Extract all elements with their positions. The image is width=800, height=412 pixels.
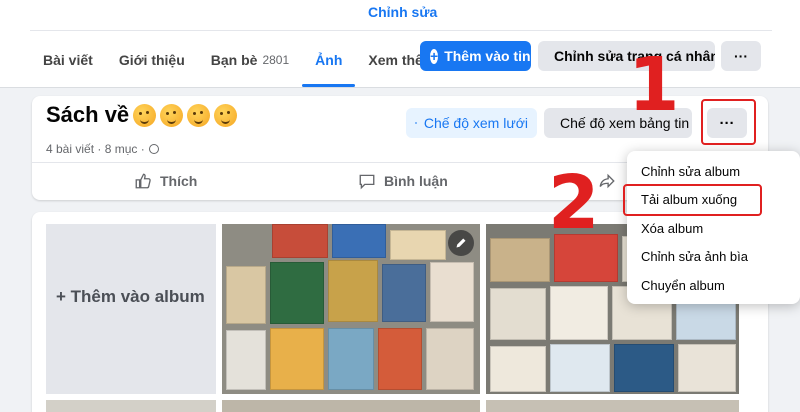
- annotation-step-1: 1: [628, 42, 680, 128]
- book-cover: [328, 328, 374, 390]
- book-cover: [678, 344, 736, 392]
- like-button[interactable]: Thích: [134, 166, 197, 196]
- book-cover: [382, 264, 426, 322]
- annotation-step-2: 2: [548, 160, 600, 246]
- tab-posts[interactable]: Bài viết: [30, 38, 106, 82]
- album-photo[interactable]: [46, 400, 216, 412]
- tab-label: Bạn bè: [210, 52, 258, 68]
- profile-more-button[interactable]: ···: [721, 41, 761, 71]
- add-to-album-tile[interactable]: + Thêm vào album: [46, 224, 216, 394]
- tab-photos[interactable]: Ảnh: [302, 38, 356, 87]
- action-label: Thích: [160, 173, 198, 189]
- edit-photo-button[interactable]: [448, 230, 474, 256]
- tab-label: Giới thiệu: [118, 52, 185, 68]
- book-cover: [490, 346, 546, 392]
- book-cover: [328, 260, 378, 322]
- book-cover: [332, 224, 386, 258]
- comment-button[interactable]: Bình luận: [358, 166, 448, 196]
- button-label: Chế độ xem lưới: [423, 115, 528, 131]
- edit-link[interactable]: Chỉnh sửa: [368, 4, 437, 20]
- book-cover: [550, 344, 610, 392]
- book-cover: [426, 328, 474, 390]
- tab-about[interactable]: Giới thiệu: [106, 38, 198, 82]
- highlight-download-item: [623, 184, 762, 216]
- album-photo[interactable]: [222, 400, 480, 412]
- divider: [30, 30, 772, 31]
- profile-header: Chỉnh sửa Bài viết Giới thiệu Bạn bè 2801…: [0, 0, 800, 88]
- tab-label: Bài viết: [43, 52, 93, 68]
- book-cover: [226, 266, 266, 324]
- profile-tabs: Bài viết Giới thiệu Bạn bè 2801 Ảnh Xem t…: [30, 38, 462, 87]
- album-title: Sách về: [46, 102, 238, 128]
- action-label: Bình luận: [384, 173, 448, 189]
- book-cover: [270, 328, 324, 390]
- add-to-album-label: + Thêm vào album: [56, 287, 205, 306]
- kiss-emoji-icon: [187, 103, 211, 127]
- tab-label: Ảnh: [315, 52, 343, 68]
- menu-item-delete-album[interactable]: Xóa album: [641, 221, 703, 236]
- album-photo[interactable]: [222, 224, 480, 394]
- menu-item-edit-cover[interactable]: Chỉnh sửa ảnh bìa: [641, 249, 748, 264]
- kiss-emoji-icon: [133, 103, 157, 127]
- comment-icon: [359, 174, 375, 190]
- album-options-menu: Chỉnh sửa album Tải album xuống Xóa albu…: [627, 151, 800, 304]
- friend-count: 2801: [262, 53, 290, 67]
- book-cover: [614, 344, 674, 392]
- edit-profile-button[interactable]: Chỉnh sửa trang cá nhân: [538, 41, 715, 71]
- book-cover: [270, 262, 324, 324]
- button-label: Thêm vào tin: [444, 48, 531, 64]
- plus-circle-icon: +: [430, 47, 439, 64]
- album-title-text: Sách về: [46, 102, 130, 127]
- globe-icon: [148, 144, 159, 154]
- book-cover: [490, 288, 546, 340]
- book-cover: [550, 286, 608, 340]
- album-meta-text: 4 bài viết · 8 mục ·: [46, 142, 145, 156]
- book-cover: [390, 230, 446, 260]
- book-cover: [490, 238, 550, 282]
- kiss-emoji-icon: [160, 103, 184, 127]
- thumbs-up-icon: [135, 173, 151, 189]
- book-cover: [226, 330, 266, 390]
- grid-icon: [415, 122, 417, 124]
- album-photo[interactable]: [486, 400, 739, 412]
- highlight-more-button: [701, 99, 756, 145]
- menu-item-edit-album[interactable]: Chỉnh sửa album: [641, 164, 740, 179]
- album-meta: 4 bài viết · 8 mục ·: [46, 142, 159, 156]
- book-cover: [430, 262, 474, 322]
- grid-view-button[interactable]: Chế độ xem lưới: [406, 108, 537, 138]
- pencil-icon: [456, 238, 466, 248]
- more-icon: ···: [734, 48, 748, 64]
- kiss-emoji-icon: [214, 103, 238, 127]
- tab-friends[interactable]: Bạn bè 2801: [198, 38, 302, 82]
- share-button[interactable]: [598, 166, 616, 196]
- share-icon: [599, 173, 615, 189]
- book-cover: [272, 224, 328, 258]
- add-story-button[interactable]: + Thêm vào tin: [420, 41, 531, 71]
- book-cover: [378, 328, 422, 390]
- menu-item-move-album[interactable]: Chuyển album: [641, 278, 725, 293]
